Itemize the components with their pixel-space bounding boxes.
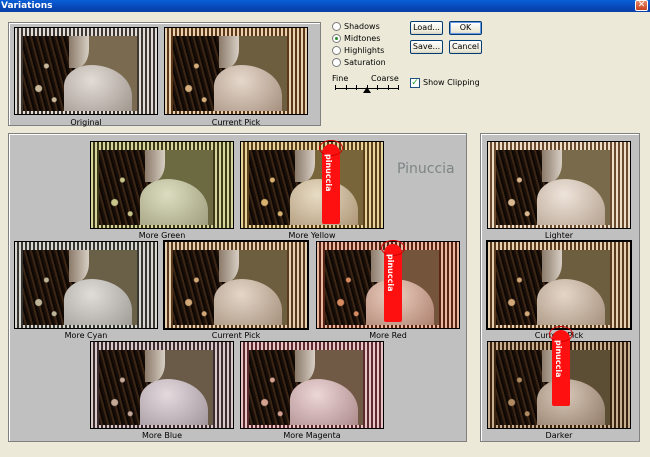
tag-overlay: pinuccia bbox=[381, 240, 405, 322]
slider-tick bbox=[377, 85, 378, 90]
more-green-caption: More Green bbox=[138, 231, 186, 240]
radio-shadows[interactable]: Shadows bbox=[332, 21, 380, 31]
radio-selected-icon bbox=[332, 33, 341, 43]
more-magenta-thumb[interactable]: More Magenta bbox=[240, 341, 384, 441]
current-pick-caption: Current Pick bbox=[211, 118, 261, 127]
more-blue-caption: More Blue bbox=[141, 431, 183, 440]
slider-tick bbox=[388, 85, 389, 90]
radio-label: Midtones bbox=[344, 33, 381, 43]
darker-caption: Darker bbox=[545, 431, 573, 440]
more-magenta-caption: More Magenta bbox=[283, 431, 341, 440]
current-pick-preview: Current Pick bbox=[164, 27, 308, 127]
more-yellow-thumb[interactable]: More Yellow bbox=[240, 141, 384, 241]
slider-tick bbox=[398, 85, 399, 90]
current-pick-thumb[interactable]: Current Pick bbox=[163, 240, 309, 341]
coarse-label: Coarse bbox=[371, 74, 399, 83]
more-yellow-caption: More Yellow bbox=[288, 231, 336, 240]
radio-label: Saturation bbox=[344, 57, 386, 67]
more-green-thumb[interactable]: More Green bbox=[90, 141, 234, 241]
lighter-caption: Lighter bbox=[544, 231, 574, 240]
watermark-text: Pinuccia bbox=[397, 161, 455, 177]
radio-icon bbox=[332, 45, 341, 55]
radio-label: Highlights bbox=[344, 45, 385, 55]
tag-text: pinuccia bbox=[554, 340, 563, 378]
slider-tick bbox=[356, 85, 357, 90]
radio-highlights[interactable]: Highlights bbox=[332, 45, 384, 55]
more-cyan-caption: More Cyan bbox=[64, 331, 108, 340]
lighter-thumb[interactable]: Lighter bbox=[487, 141, 631, 241]
slider-tick bbox=[346, 85, 347, 90]
ok-button[interactable]: OK bbox=[449, 21, 482, 35]
current-pick-caption: Current Pick bbox=[211, 331, 261, 340]
more-red-caption: More Red bbox=[369, 331, 407, 340]
more-cyan-thumb[interactable]: More Cyan bbox=[14, 241, 158, 341]
radio-icon bbox=[332, 57, 341, 67]
slider-tick bbox=[335, 85, 336, 90]
window-title: Variations bbox=[1, 1, 53, 11]
radio-icon bbox=[332, 21, 341, 31]
radio-midtones[interactable]: Midtones bbox=[332, 33, 380, 43]
radio-label: Shadows bbox=[344, 21, 380, 31]
close-icon[interactable]: ✕ bbox=[635, 0, 648, 11]
show-clipping-checkbox[interactable]: ✓ bbox=[410, 78, 420, 88]
more-blue-thumb[interactable]: More Blue bbox=[90, 341, 234, 441]
show-clipping-label: Show Clipping bbox=[423, 78, 480, 87]
tag-text: pinuccia bbox=[386, 254, 395, 292]
fine-label: Fine bbox=[332, 74, 349, 83]
save-button[interactable]: Save... bbox=[410, 40, 443, 54]
original-caption: Original bbox=[70, 118, 102, 127]
tag-overlay: pinuccia bbox=[549, 326, 573, 406]
title-bar: Variations ✕ bbox=[0, 0, 650, 12]
tag-overlay: pinuccia bbox=[319, 140, 343, 224]
original-preview: Original bbox=[14, 27, 158, 127]
load-button[interactable]: Load... bbox=[410, 21, 443, 35]
radio-saturation[interactable]: Saturation bbox=[332, 57, 386, 67]
cancel-button[interactable]: Cancel bbox=[449, 40, 482, 54]
slider-handle[interactable] bbox=[363, 87, 371, 93]
tag-text: pinuccia bbox=[324, 154, 333, 192]
